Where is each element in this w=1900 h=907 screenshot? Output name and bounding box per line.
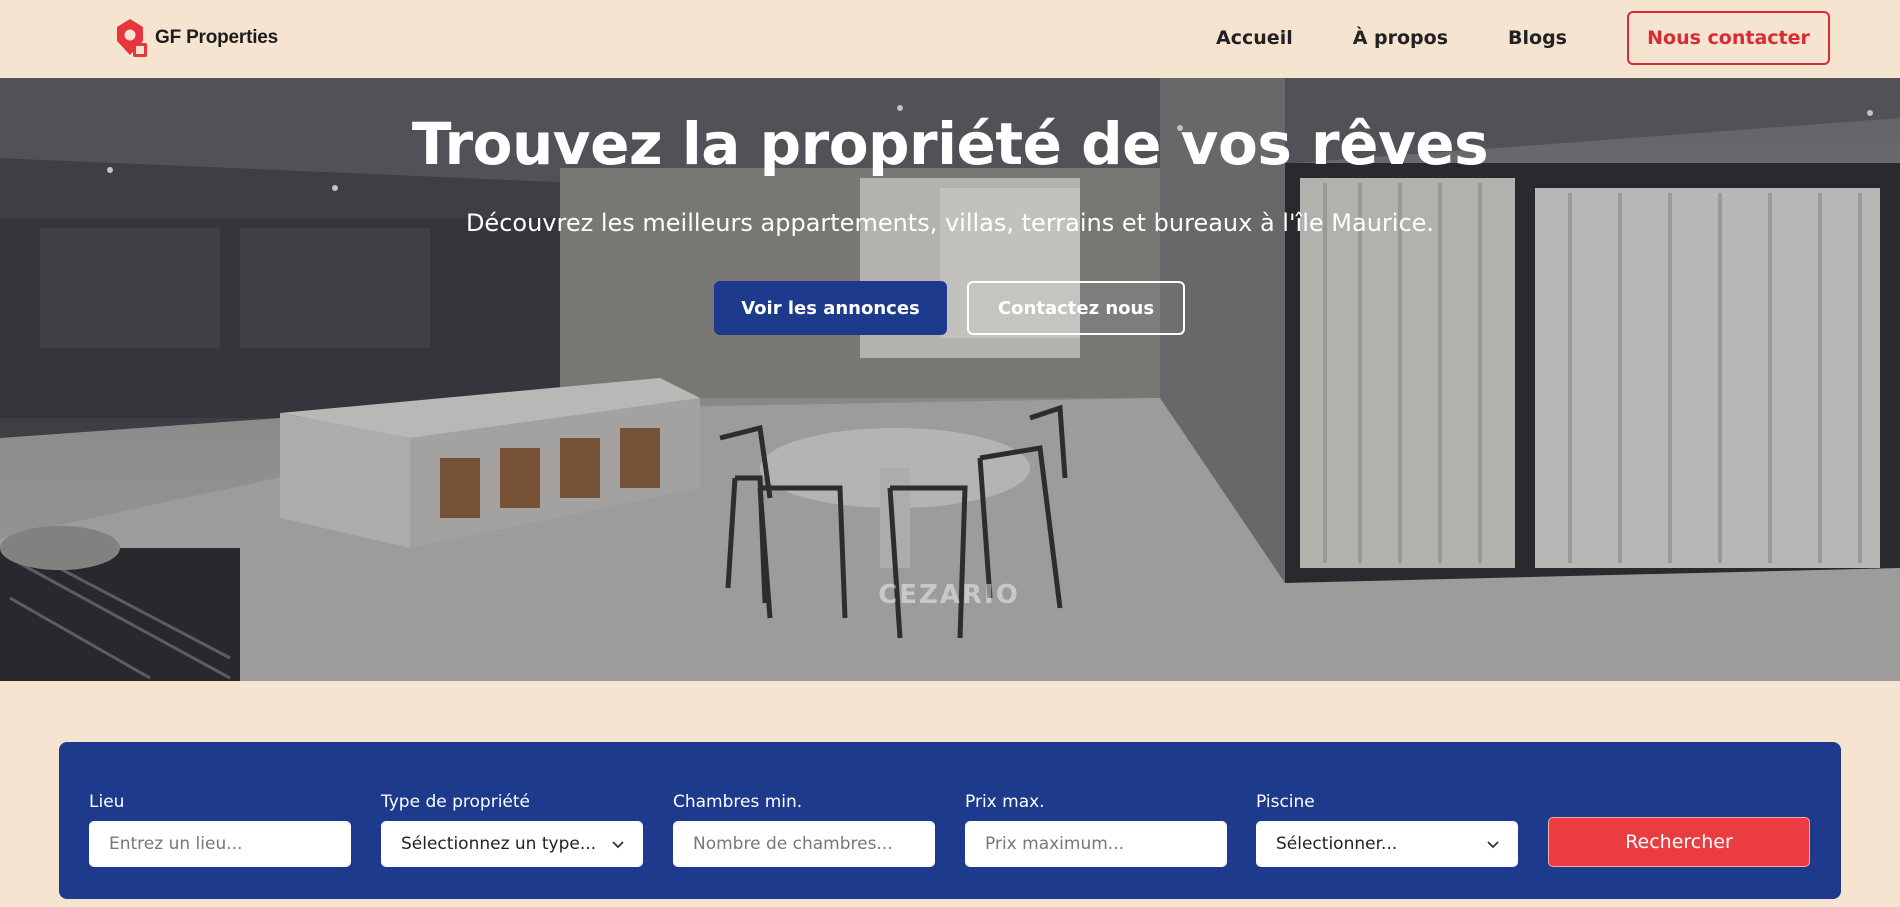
bedrooms-field-group: Chambres min. Nombre de chambres... xyxy=(673,792,935,867)
logo[interactable]: GF Properties xyxy=(111,17,278,59)
contact-us-button[interactable]: Contactez nous xyxy=(967,281,1185,335)
site-header: GF Properties Accueil À propos Blogs Nou… xyxy=(0,0,1900,78)
view-listings-button[interactable]: Voir les annonces xyxy=(714,281,947,335)
chevron-down-icon xyxy=(612,841,624,849)
search-button[interactable]: Rechercher xyxy=(1548,817,1810,867)
pool-select[interactable]: Sélectionner... xyxy=(1256,821,1518,867)
nav-accueil[interactable]: Accueil xyxy=(1216,27,1293,49)
location-input[interactable]: Entrez un lieu... xyxy=(89,821,351,867)
image-watermark: CEZARIO xyxy=(878,580,1020,610)
hero-title: Trouvez la propriété de vos rêves xyxy=(411,110,1489,178)
chevron-down-icon xyxy=(1487,841,1499,849)
pool-value: Sélectionner... xyxy=(1276,834,1398,854)
property-type-field-group: Type de propriété Sélectionnez un type..… xyxy=(381,792,643,867)
location-field-group: Lieu Entrez un lieu... xyxy=(89,792,351,867)
max-price-input[interactable]: Prix maximum... xyxy=(965,821,1227,867)
contact-button[interactable]: Nous contacter xyxy=(1627,11,1830,65)
pool-field-group: Piscine Sélectionner... xyxy=(1256,792,1518,867)
location-label: Lieu xyxy=(89,792,125,812)
property-type-select[interactable]: Sélectionnez un type... xyxy=(381,821,643,867)
bedrooms-input[interactable]: Nombre de chambres... xyxy=(673,821,935,867)
pool-label: Piscine xyxy=(1256,792,1315,812)
hero-subtitle: Découvrez les meilleurs appartements, vi… xyxy=(465,209,1435,237)
brand-name: GF Properties xyxy=(155,27,279,48)
bedrooms-label: Chambres min. xyxy=(673,792,803,812)
max-price-field-group: Prix max. Prix maximum... xyxy=(965,792,1227,867)
location-pin-logo-icon xyxy=(117,19,147,57)
property-type-value: Sélectionnez un type... xyxy=(401,834,597,854)
main-nav: Accueil À propos Blogs Nous contacter xyxy=(1216,11,1830,65)
hero-section: Trouvez la propriété de vos rêves Découv… xyxy=(0,78,1900,681)
property-search-panel: Lieu Entrez un lieu... Type de propriété… xyxy=(59,742,1841,899)
property-type-label: Type de propriété xyxy=(381,792,530,812)
nav-a-propos[interactable]: À propos xyxy=(1353,27,1448,49)
nav-blogs[interactable]: Blogs xyxy=(1508,27,1567,49)
max-price-label: Prix max. xyxy=(965,792,1045,812)
